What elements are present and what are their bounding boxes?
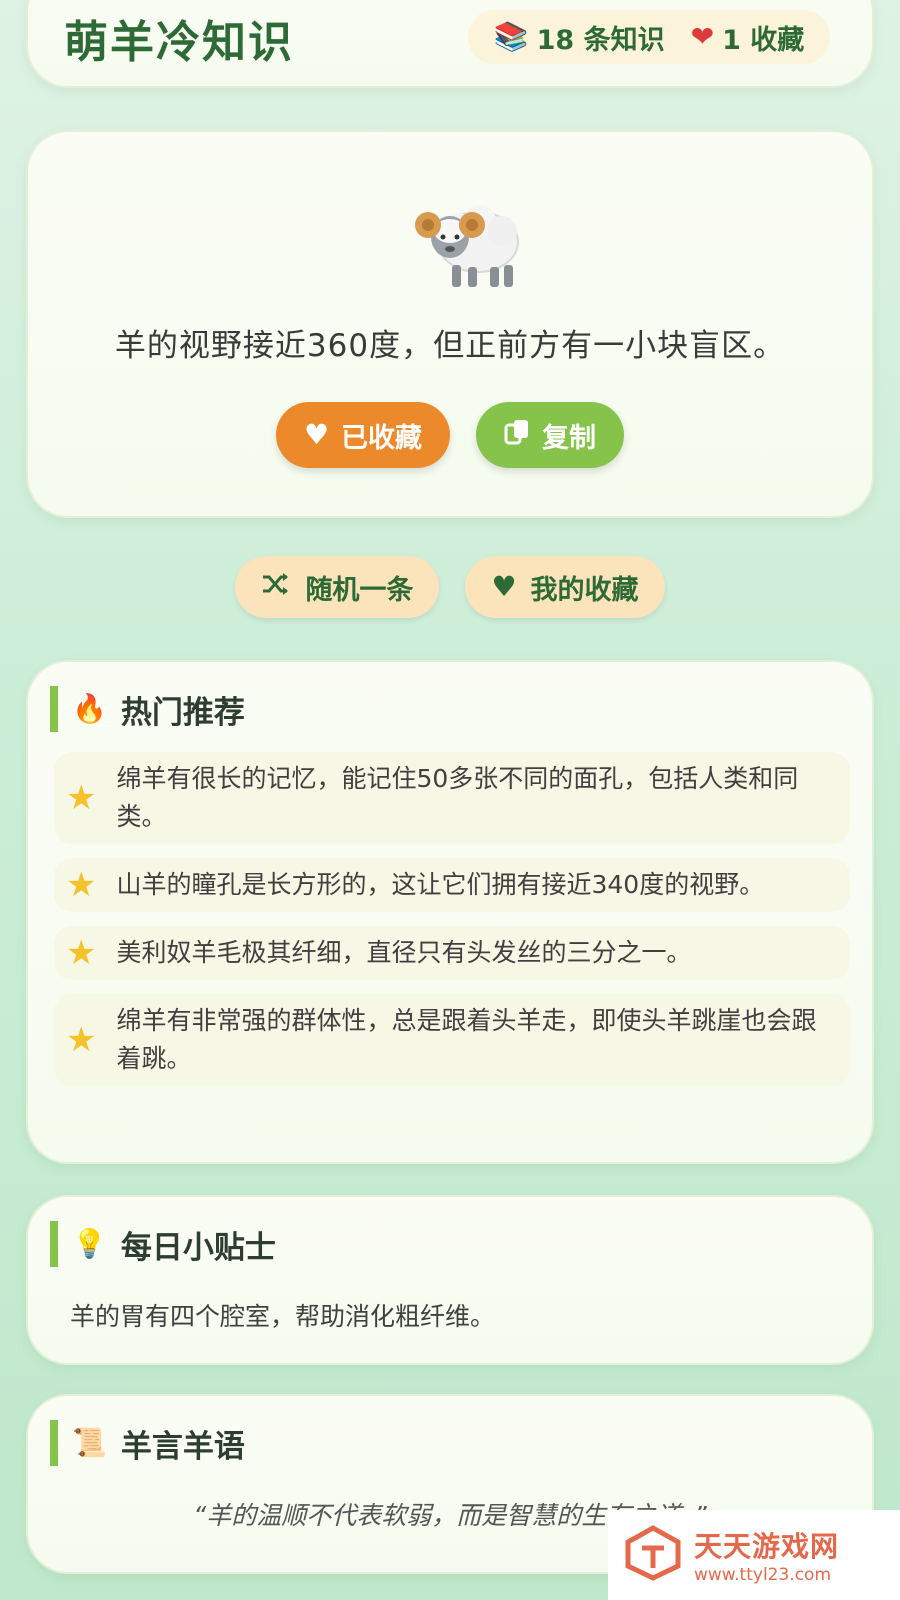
random-button-label: 随机一条 (305, 574, 414, 606)
header-card: 萌羊冷知识 📚 18 条知识 ❤ 1 收藏 (26, 0, 874, 88)
app-title: 萌羊冷知识 (64, 17, 294, 68)
hot-section: 🔥 热门推荐 ★ 绵羊有很长的记忆，能记住50多张不同的面孔，包括人类和同类。 … (26, 660, 874, 1164)
watermark-logo-icon (624, 1524, 682, 1586)
nav-buttons: 随机一条 ♥ 我的收藏 (0, 556, 900, 618)
heart-icon: ♥ (491, 570, 517, 603)
tip-section: 💡 每日小贴士 羊的胃有四个腔室，帮助消化粗纤维。 (26, 1195, 874, 1365)
heart-icon: ♥ (303, 418, 330, 451)
star-icon: ★ (66, 865, 97, 905)
list-item-text: 美利奴羊毛极其纤细，直径只有头发丝的三分之一。 (116, 938, 692, 967)
star-icon: ★ (66, 778, 97, 818)
list-item[interactable]: ★ 绵羊有非常强的群体性，总是跟着头羊走，即使头羊跳崖也会跟着跳。 (54, 994, 850, 1086)
copy-icon (504, 418, 530, 453)
stats-badge: 📚 18 条知识 ❤ 1 收藏 (468, 10, 830, 64)
fact-actions: ♥ 已收藏 复制 (28, 402, 872, 468)
watermark-name: 天天游戏网 (694, 1530, 840, 1563)
copy-button[interactable]: 复制 (476, 402, 625, 468)
quote-section-header: 📜 羊言羊语 (50, 1420, 245, 1466)
favorite-button[interactable]: ♥ 已收藏 (275, 402, 451, 468)
knowledge-count: 📚 18 条知识 (494, 18, 665, 57)
quote-section-title: 羊言羊语 (120, 1428, 245, 1465)
list-item-text: 绵羊有非常强的群体性，总是跟着头羊走，即使头羊跳崖也会跟着跳。 (116, 1006, 817, 1073)
hot-list: ★ 绵羊有很长的记忆，能记住50多张不同的面孔，包括人类和同类。 ★ 山羊的瞳孔… (54, 752, 850, 1100)
hot-section-header: 🔥 热门推荐 (50, 686, 245, 732)
list-item-text: 山羊的瞳孔是长方形的，这让它们拥有接近340度的视野。 (116, 870, 765, 899)
tip-section-title: 每日小贴士 (120, 1229, 276, 1266)
favorite-button-label: 已收藏 (341, 422, 423, 454)
watermark-text: 天天游戏网 www.ttyl23.com (694, 1525, 839, 1585)
list-item-text: 绵羊有很长的记忆，能记住50多张不同的面孔，包括人类和同类。 (116, 764, 799, 831)
list-item[interactable]: ★ 美利奴羊毛极其纤细，直径只有头发丝的三分之一。 (54, 926, 850, 980)
fact-text: 羊的视野接近360度，但正前方有一小块盲区。 (114, 328, 786, 364)
lightbulb-icon: 💡 (72, 1227, 107, 1260)
star-icon: ★ (66, 1020, 97, 1060)
watermark-url: www.ttyl23.com (694, 1565, 832, 1585)
list-item[interactable]: ★ 绵羊有很长的记忆，能记住50多张不同的面孔，包括人类和同类。 (54, 752, 850, 844)
books-icon: 📚 (493, 20, 529, 53)
my-favorites-button-label: 我的收藏 (530, 574, 639, 606)
tip-section-header: 💡 每日小贴士 (50, 1221, 276, 1267)
favorite-count-text: 1 收藏 (722, 24, 805, 56)
favorite-count: ❤ 1 收藏 (691, 18, 805, 57)
tip-text: 羊的胃有四个腔室，帮助消化粗纤维。 (70, 1302, 496, 1331)
fact-card: 羊的视野接近360度，但正前方有一小块盲区。 ♥ 已收藏 复制 (26, 130, 874, 518)
scroll-icon: 📜 (72, 1426, 107, 1459)
hot-section-title: 热门推荐 (120, 694, 245, 731)
heart-icon: ❤ (690, 20, 715, 53)
star-icon: ★ (66, 933, 97, 973)
random-button[interactable]: 随机一条 (235, 556, 440, 618)
fire-icon: 🔥 (72, 692, 107, 725)
knowledge-count-text: 18 条知识 (536, 24, 665, 56)
copy-button-label: 复制 (542, 422, 597, 454)
shuffle-icon (261, 571, 291, 604)
list-item[interactable]: ★ 山羊的瞳孔是长方形的，这让它们拥有接近340度的视野。 (54, 858, 850, 912)
my-favorites-button[interactable]: ♥ 我的收藏 (465, 556, 665, 618)
watermark: 天天游戏网 www.ttyl23.com (608, 1510, 900, 1600)
sheep-icon (408, 187, 534, 297)
